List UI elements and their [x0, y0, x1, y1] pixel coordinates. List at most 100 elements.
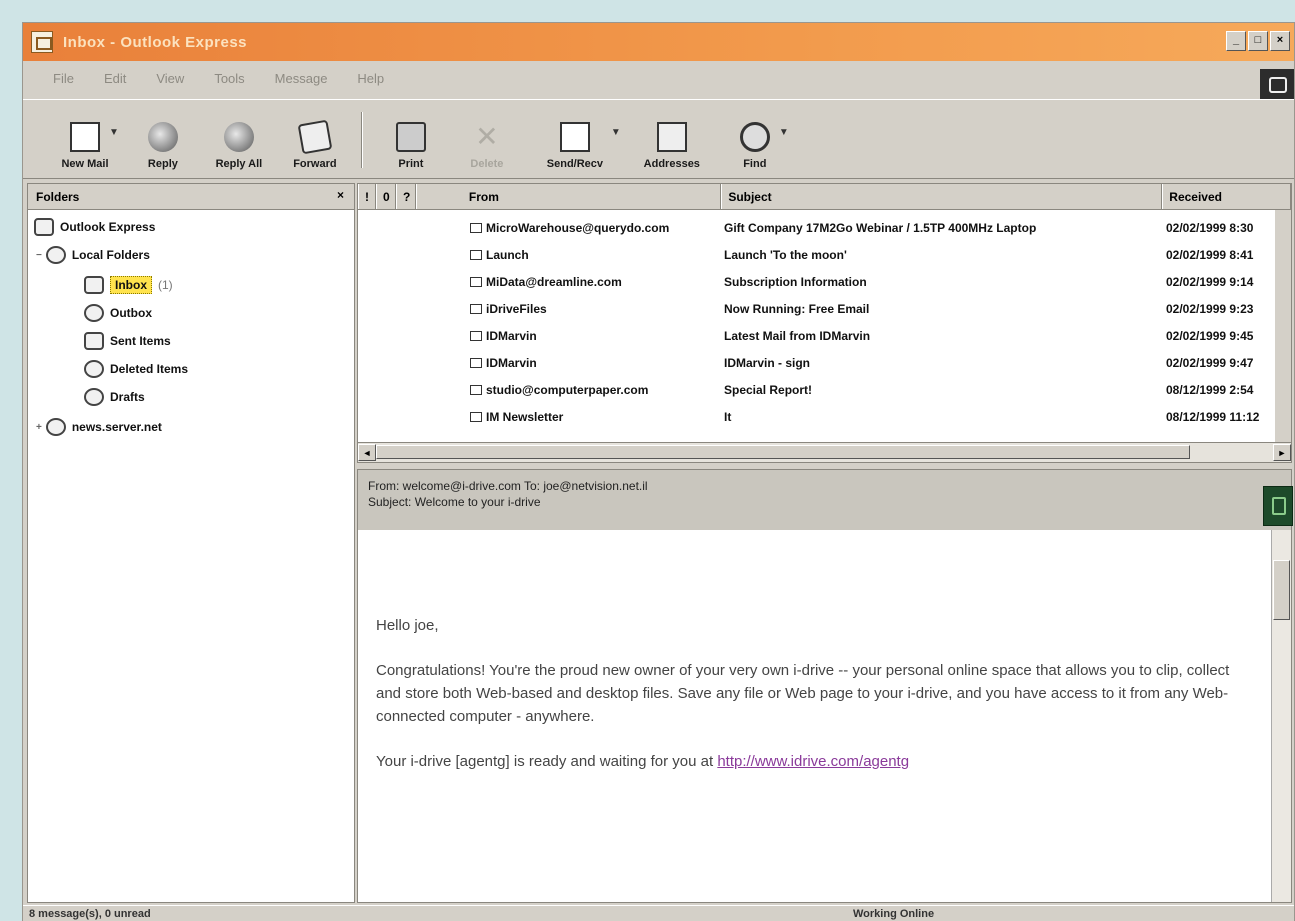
column-subject[interactable]: Subject	[721, 184, 1163, 209]
drafts-icon	[84, 388, 104, 406]
message-list-vertical-scrollbar[interactable]	[1275, 210, 1291, 444]
tree-item-local-folders[interactable]: − Local Folders	[36, 242, 150, 268]
envelope-icon	[470, 357, 482, 368]
menu-edit[interactable]: Edit	[104, 71, 126, 86]
column-headers: ! 0 ? From Subject Received	[358, 184, 1291, 210]
menu-file[interactable]: File	[53, 71, 74, 86]
find-icon	[739, 122, 770, 152]
table-row[interactable]: studio@computerpaper.com Special Report!…	[358, 376, 1291, 403]
menu-bar: File Edit View Tools Message Help	[23, 63, 1294, 93]
tree-item-sent-items[interactable]: Sent Items	[84, 328, 171, 354]
toolbar: New Mail ▼ Reply Reply All Forward Print…	[23, 99, 1294, 179]
tree-item-inbox[interactable]: Inbox (1)	[84, 272, 173, 298]
preview-header: From: welcome@i-drive.com To: joe@netvis…	[358, 470, 1291, 530]
address-book-icon	[656, 122, 687, 152]
scroll-right-button[interactable]: ►	[1273, 444, 1291, 461]
envelope-icon	[470, 330, 482, 341]
table-row[interactable]: Launch Launch 'To the moon' 02/02/1999 8…	[358, 241, 1291, 268]
folders-pane: Folders × Outlook Express − Local Folder…	[27, 183, 355, 903]
table-row[interactable]: IDMarvin Latest Mail from IDMarvin 02/02…	[358, 322, 1291, 349]
body-paragraph: Congratulations! You're the proud new ow…	[376, 662, 1230, 725]
preview-subject: Subject: Welcome to your i-drive	[368, 495, 541, 509]
expand-toggle[interactable]: +	[36, 422, 42, 433]
envelope-icon	[470, 276, 482, 287]
table-row[interactable]: MiData@dreamline.com Subscription Inform…	[358, 268, 1291, 295]
news-server-icon	[45, 418, 66, 436]
delete-icon: ✕	[475, 121, 499, 152]
table-row[interactable]: IDMarvin IDMarvin - sign 02/02/1999 9:47	[358, 349, 1291, 376]
menu-message[interactable]: Message	[275, 71, 328, 86]
outlook-express-window: Inbox - Outlook Express _ □ × File Edit …	[22, 22, 1295, 921]
deleted-items-icon	[84, 360, 104, 378]
status-message-count: 8 message(s), 0 unread	[29, 908, 151, 920]
envelope-icon	[470, 411, 482, 422]
message-list: ! 0 ? From Subject Received MicroWarehou…	[357, 183, 1292, 463]
new-mail-dropdown-arrow[interactable]: ▼	[109, 127, 119, 138]
tree-item-drafts[interactable]: Drafts	[84, 384, 145, 410]
find-dropdown-arrow[interactable]: ▼	[779, 127, 789, 138]
preview-from-to: From: welcome@i-drive.com To: joe@netvis…	[368, 479, 648, 493]
scrollbar-thumb[interactable]	[376, 445, 1190, 459]
minimize-button[interactable]: _	[1226, 31, 1246, 51]
send-receive-button[interactable]: Send/Recv	[525, 122, 625, 178]
print-icon	[395, 122, 426, 152]
folders-title: Folders	[36, 189, 80, 204]
body-paragraph: Your i-drive [agentg] is ready and waiti…	[376, 753, 910, 770]
outbox-icon	[84, 304, 104, 322]
folders-close-button[interactable]: ×	[337, 188, 344, 202]
menu-help[interactable]: Help	[357, 71, 384, 86]
table-row[interactable]: iDriveFiles Now Running: Free Email 02/0…	[358, 295, 1291, 322]
menu-tools[interactable]: Tools	[214, 71, 244, 86]
preview-vertical-scrollbar[interactable]	[1271, 530, 1291, 902]
scroll-left-button[interactable]: ◄	[358, 444, 376, 461]
toolbar-separator	[360, 112, 363, 168]
column-received[interactable]: Received	[1162, 184, 1291, 209]
reply-icon	[147, 122, 178, 152]
column-flag[interactable]: ?	[395, 184, 416, 209]
scrollbar-thumb[interactable]	[1273, 560, 1290, 620]
tree-item-outlook-express[interactable]: Outlook Express	[34, 214, 155, 240]
envelope-icon	[470, 222, 482, 233]
outlook-express-icon	[34, 218, 54, 236]
inbox-icon	[84, 276, 104, 294]
business-card-icon[interactable]	[1263, 486, 1293, 526]
envelope-icon	[470, 249, 482, 260]
reply-button[interactable]: Reply	[125, 122, 201, 178]
print-button[interactable]: Print	[373, 122, 449, 178]
tree-item-outbox[interactable]: Outbox	[84, 300, 152, 326]
delete-button[interactable]: ✕ Delete	[449, 122, 525, 178]
tree-item-deleted-items[interactable]: Deleted Items	[84, 356, 188, 382]
column-priority[interactable]: !	[358, 184, 376, 209]
forward-icon	[297, 119, 333, 155]
table-row[interactable]: IM Newsletter It 08/12/1999 11:12	[358, 403, 1291, 430]
message-list-horizontal-scrollbar[interactable]: ◄ ►	[358, 442, 1291, 462]
title-bar[interactable]: Inbox - Outlook Express _ □ ×	[23, 23, 1294, 61]
menu-view[interactable]: View	[156, 71, 184, 86]
local-folders-icon	[45, 246, 66, 264]
column-attachment[interactable]: 0	[375, 184, 396, 209]
tree-item-news-server[interactable]: + news.server.net	[36, 414, 162, 440]
idrive-link[interactable]: http://www.idrive.com/agentg	[717, 753, 909, 770]
windows-logo-icon	[1260, 69, 1294, 99]
message-body: Hello joe, Congratulations! You're the p…	[358, 530, 1291, 773]
close-button[interactable]: ×	[1270, 31, 1290, 51]
table-row[interactable]: MicroWarehouse@querydo.com Gift Company …	[358, 214, 1291, 241]
window-title: Inbox - Outlook Express	[63, 33, 248, 51]
outlook-express-app-icon[interactable]	[31, 31, 53, 53]
envelope-icon	[470, 303, 482, 314]
forward-button[interactable]: Forward	[277, 119, 353, 178]
preview-pane: From: welcome@i-drive.com To: joe@netvis…	[357, 469, 1293, 903]
folders-header: Folders ×	[28, 184, 354, 210]
send-receive-dropdown-arrow[interactable]: ▼	[611, 127, 621, 138]
column-from[interactable]: From	[415, 184, 722, 209]
greeting: Hello joe,	[376, 617, 439, 634]
status-bar: 8 message(s), 0 unread Working Online	[23, 905, 1294, 921]
addresses-button[interactable]: Addresses	[627, 122, 717, 178]
send-receive-icon	[559, 122, 590, 152]
maximize-button[interactable]: □	[1248, 31, 1268, 51]
status-connection: Working Online	[853, 908, 935, 920]
sent-items-icon	[84, 332, 104, 350]
reply-all-button[interactable]: Reply All	[201, 122, 277, 178]
new-mail-icon	[70, 122, 100, 152]
collapse-toggle[interactable]: −	[36, 250, 42, 261]
